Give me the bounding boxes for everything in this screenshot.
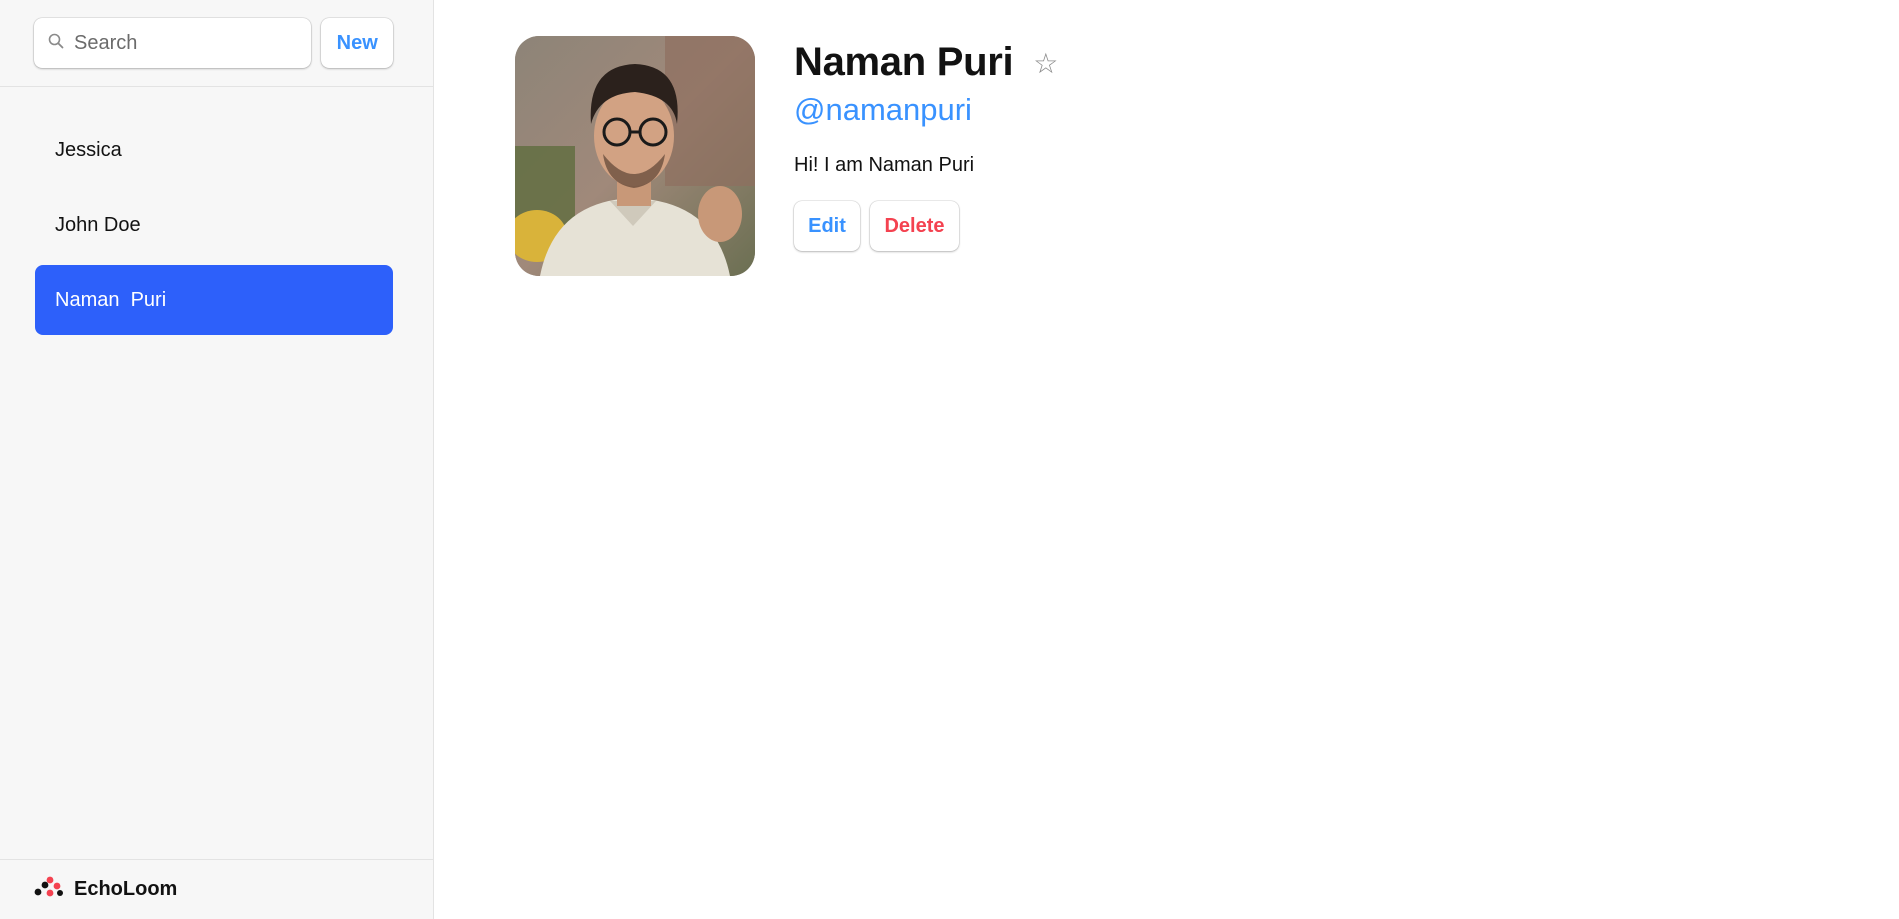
contact-detail: Naman Puri ☆ @namanpuri Hi! I am Naman P… [434,0,1899,919]
contact-name: Naman Puri [794,40,1014,84]
edit-button[interactable]: Edit [794,201,860,251]
contact-avatar [515,36,755,276]
contact-bio: Hi! I am Naman Puri [794,154,975,176]
search-icon [48,33,64,54]
contact-list: Jessica John Doe Naman Puri [0,87,433,859]
avatar-photo [515,36,755,276]
search-input[interactable] [72,30,300,56]
sidebar: New Jessica John Doe Naman Puri EchoLoom [0,0,434,919]
contact-item-jessica[interactable]: Jessica [35,115,393,185]
name-row: Naman Puri ☆ [794,36,1058,88]
app-root: New Jessica John Doe Naman Puri EchoLoom [0,0,1899,919]
contact-actions: Edit Delete [794,201,1058,251]
new-contact-button[interactable]: New [321,18,393,68]
favorite-star-icon[interactable]: ☆ [1033,50,1058,78]
echoloom-logo-icon [34,876,64,904]
contact-info: Naman Puri ☆ @namanpuri Hi! I am Naman P… [794,36,1058,251]
contact-handle-link[interactable]: @namanpuri [794,90,972,130]
contact-item-john-doe[interactable]: John Doe [35,190,393,260]
brand-name: EchoLoom [74,878,178,900]
sidebar-footer: EchoLoom [0,859,433,919]
delete-button[interactable]: Delete [870,201,959,251]
contact-item-naman-puri[interactable]: Naman Puri [35,265,393,335]
search-box[interactable] [34,18,312,68]
sidebar-header: New [0,0,433,87]
